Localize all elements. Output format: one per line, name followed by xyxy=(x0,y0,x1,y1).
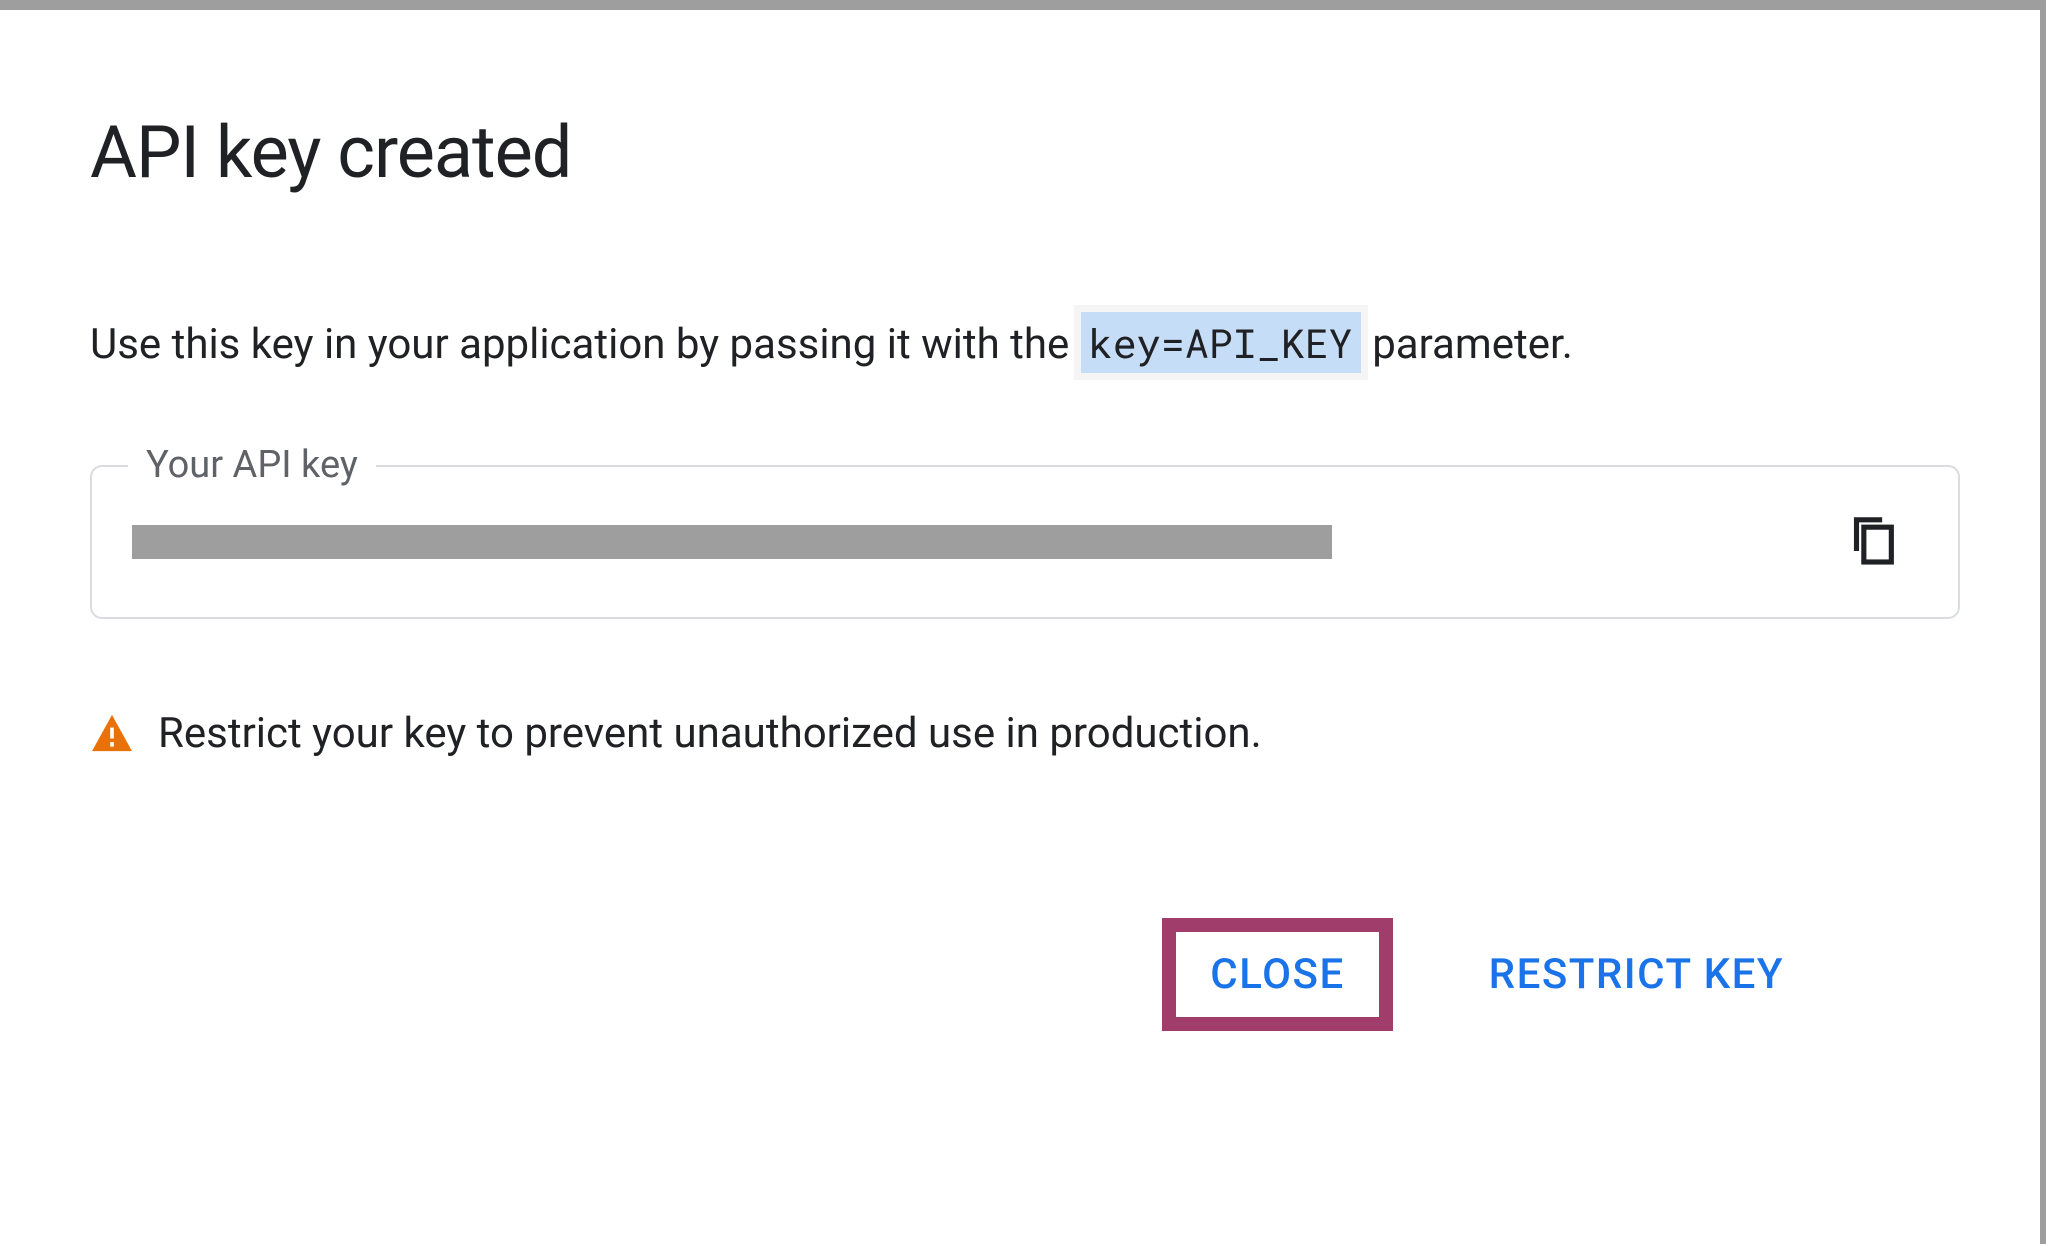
copy-icon xyxy=(1851,514,1895,570)
dialog-content: API key created Use this key in your app… xyxy=(0,10,2040,1091)
dialog-title: API key created xyxy=(90,110,1960,195)
close-button[interactable]: CLOSE xyxy=(1176,932,1378,1017)
warning-row: Restrict your key to prevent unauthorize… xyxy=(90,709,1960,758)
api-key-label: Your API key xyxy=(128,443,376,487)
description-suffix: parameter. xyxy=(1362,320,1573,369)
dialog-actions: CLOSE RESTRICT KEY xyxy=(90,918,1960,1031)
warning-icon xyxy=(90,713,134,753)
copy-button[interactable] xyxy=(1848,517,1898,567)
api-key-created-dialog: API key created Use this key in your app… xyxy=(0,10,2040,1244)
dialog-description: Use this key in your application by pass… xyxy=(90,315,1960,375)
warning-text: Restrict your key to prevent unauthorize… xyxy=(158,709,1262,758)
description-code: key=API_KEY xyxy=(1080,311,1362,374)
close-button-highlight: CLOSE xyxy=(1162,918,1392,1031)
restrict-key-button[interactable]: RESTRICT KEY xyxy=(1453,918,1820,1031)
description-prefix: Use this key in your application by pass… xyxy=(90,320,1080,369)
api-key-value-redacted[interactable] xyxy=(132,525,1332,559)
api-key-field: Your API key xyxy=(90,465,1960,619)
